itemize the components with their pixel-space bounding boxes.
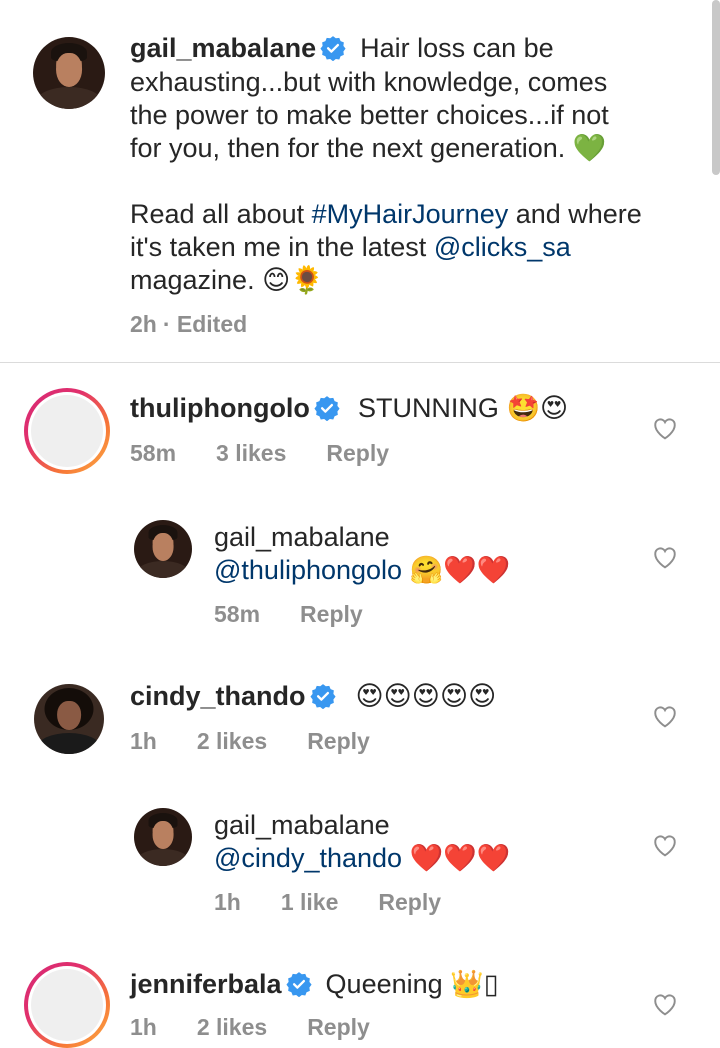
comment-likes[interactable]: 2 likes bbox=[197, 1014, 267, 1040]
reply-likes[interactable]: 1 like bbox=[281, 889, 339, 915]
heart-outline-icon[interactable] bbox=[652, 833, 678, 857]
caption-line-2: exhausting...but with knowledge, comes bbox=[130, 66, 607, 99]
caption-text-2: exhausting...but with knowledge, comes bbox=[130, 67, 608, 97]
reply-text: 🤗❤️❤️ bbox=[402, 555, 511, 585]
caption-text-7: it's taken me in the latest bbox=[130, 232, 434, 262]
reply-username-line: gail_mabalane bbox=[214, 521, 390, 554]
comment-text: STUNNING 🤩😍 bbox=[357, 393, 569, 423]
verified-badge-icon bbox=[285, 972, 312, 997]
reply-button[interactable]: Reply bbox=[307, 1014, 370, 1040]
scrollbar[interactable] bbox=[712, 0, 720, 175]
heart-outline-icon[interactable] bbox=[652, 704, 678, 728]
reply-text-line: @cindy_thando ❤️❤️❤️ bbox=[214, 842, 510, 875]
reply-username[interactable]: gail_mabalane bbox=[214, 522, 390, 552]
caption-text-1: Hair loss can be bbox=[360, 33, 554, 63]
comment-time: 58m bbox=[130, 440, 177, 466]
comment-text: 😍😍😍😍😍 bbox=[355, 681, 497, 711]
caption-line-3: the power to make better choices...if no… bbox=[130, 99, 609, 132]
heart-outline-icon[interactable] bbox=[652, 992, 678, 1016]
comment-time: 1h bbox=[130, 1014, 157, 1040]
comment-time: 1h bbox=[130, 728, 157, 754]
reply-meta: 1h 1 like Reply bbox=[214, 889, 481, 916]
caption-text-4: for you, then for the next generation. 💚 bbox=[130, 133, 607, 163]
reply-meta: 58m Reply bbox=[214, 601, 403, 628]
caption-line-5: Read all about #MyHairJourney and where bbox=[130, 198, 642, 231]
comment-avatar[interactable] bbox=[34, 684, 104, 754]
reply-username-line: gail_mabalane bbox=[214, 809, 390, 842]
caption-text-5: Read all about bbox=[130, 199, 312, 229]
caption-text-3: the power to make better choices...if no… bbox=[130, 100, 609, 130]
reply-button[interactable]: Reply bbox=[378, 889, 441, 915]
reply-time: 1h bbox=[214, 889, 241, 915]
comment-header: jenniferbala Queening 👑▯ bbox=[130, 968, 499, 1001]
reply-text-line: @thuliphongolo 🤗❤️❤️ bbox=[214, 554, 510, 587]
comment-meta: 58m 3 likes Reply bbox=[130, 440, 429, 467]
caption-text-8: magazine. 😊🌻 bbox=[130, 265, 324, 295]
caption-time: 2h bbox=[130, 311, 157, 337]
comment-likes[interactable]: 2 likes bbox=[197, 728, 267, 754]
caption-username[interactable]: gail_mabalane bbox=[130, 33, 316, 63]
divider bbox=[0, 362, 720, 363]
comment-username[interactable]: jenniferbala bbox=[130, 969, 282, 999]
reply-text: ❤️❤️❤️ bbox=[402, 843, 511, 873]
reply-button[interactable]: Reply bbox=[326, 440, 389, 466]
mention-link[interactable]: @clicks_sa bbox=[434, 232, 571, 262]
reply-time: 58m bbox=[214, 601, 261, 627]
caption-line-1: gail_mabalane Hair loss can be bbox=[130, 32, 554, 65]
caption-edited: · Edited bbox=[162, 311, 248, 337]
caption-line-4: for you, then for the next generation. 💚 bbox=[130, 132, 606, 165]
reply-avatar[interactable] bbox=[134, 808, 192, 866]
comment-avatar[interactable] bbox=[24, 388, 110, 474]
heart-outline-icon[interactable] bbox=[652, 416, 678, 440]
verified-badge-icon bbox=[320, 36, 346, 61]
caption-text-6: and where bbox=[508, 199, 642, 229]
comment-text: Queening 👑▯ bbox=[325, 969, 499, 999]
caption-line-6: it's taken me in the latest @clicks_sa bbox=[130, 231, 571, 264]
verified-badge-icon bbox=[309, 684, 336, 709]
reply-button[interactable]: Reply bbox=[307, 728, 370, 754]
reply-mention[interactable]: @cindy_thando bbox=[214, 843, 402, 873]
reply-username[interactable]: gail_mabalane bbox=[214, 810, 390, 840]
hashtag-link[interactable]: #MyHairJourney bbox=[312, 199, 509, 229]
comment-avatar[interactable] bbox=[24, 962, 110, 1048]
comment-header: thuliphongolo STUNNING 🤩😍 bbox=[130, 392, 568, 425]
caption-avatar[interactable] bbox=[33, 37, 105, 109]
heart-outline-icon[interactable] bbox=[652, 545, 678, 569]
reply-avatar[interactable] bbox=[134, 520, 192, 578]
comment-header: cindy_thando 😍😍😍😍😍 bbox=[130, 680, 496, 713]
verified-badge-icon bbox=[314, 396, 340, 421]
caption-meta: 2h · Edited bbox=[130, 311, 287, 338]
comment-username[interactable]: thuliphongolo bbox=[130, 393, 310, 423]
reply-button[interactable]: Reply bbox=[300, 601, 363, 627]
comment-username[interactable]: cindy_thando bbox=[130, 681, 306, 711]
comment-meta: 1h 2 likes Reply bbox=[130, 728, 410, 755]
caption-line-7: magazine. 😊🌻 bbox=[130, 264, 324, 297]
reply-mention[interactable]: @thuliphongolo bbox=[214, 555, 402, 585]
comment-meta: 1h 2 likes Reply bbox=[130, 1014, 410, 1041]
comment-likes[interactable]: 3 likes bbox=[216, 440, 286, 466]
